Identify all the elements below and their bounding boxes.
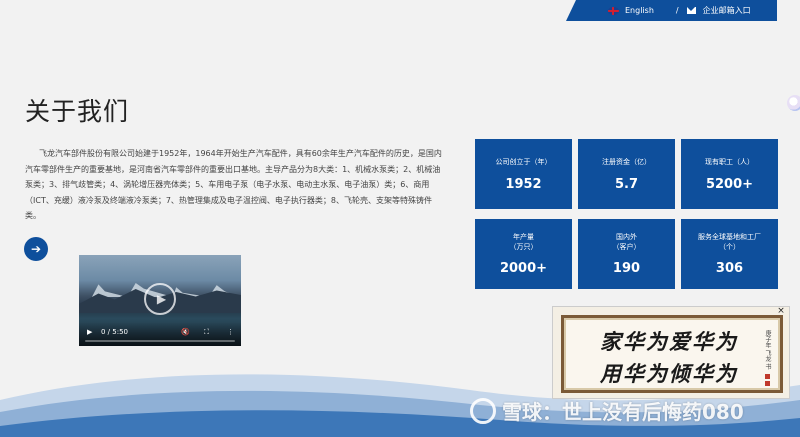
snowball-logo-icon bbox=[470, 397, 496, 424]
stat-card-founded: 公司创立于（年） 1952 bbox=[475, 139, 572, 209]
stat-label: 现有职工（人） bbox=[705, 158, 754, 166]
video-controls: ▶ 0 / 5:50 🔇 ⛶ ⋮ bbox=[79, 322, 241, 346]
stat-card-employees: 现有职工（人） 5200+ bbox=[681, 139, 778, 209]
about-description: 飞龙汽车部件股份有限公司始建于1952年，1964年开始生产汽车配件，具有60余… bbox=[25, 149, 442, 220]
stat-card-capital: 注册资金（亿） 5.7 bbox=[578, 139, 675, 209]
watermark: 雪球：世上没有后悔药080 bbox=[470, 396, 744, 425]
popup-close-button[interactable]: × bbox=[776, 306, 786, 316]
video-progress-bar[interactable] bbox=[85, 340, 235, 342]
play-overlay-icon[interactable]: ▶ bbox=[144, 283, 176, 315]
stat-card-bases: 服务全球基地和工厂 （个） 306 bbox=[681, 219, 778, 289]
mute-icon[interactable]: 🔇 bbox=[181, 328, 190, 336]
fullscreen-icon[interactable]: ⛶ bbox=[204, 328, 209, 337]
calligraphy-popup: 家华为爱华为 用华为倾华为 庚子年 飞龙 书 bbox=[552, 306, 790, 399]
page-title: 关于我们 bbox=[25, 97, 130, 126]
stat-card-output: 年产量 （万只） 2000+ bbox=[475, 219, 572, 289]
calligraphy-line-2: 用华为倾华为 bbox=[600, 361, 738, 386]
stat-value: 5.7 bbox=[614, 177, 639, 192]
uk-flag-icon bbox=[608, 6, 619, 15]
stat-label: 年产量 （万只） bbox=[509, 233, 538, 251]
stat-label: 国内外 （客户） bbox=[612, 233, 641, 251]
topbar-separator: / bbox=[675, 6, 679, 15]
mail-icon bbox=[686, 7, 696, 14]
more-button[interactable]: ➔ bbox=[24, 237, 48, 261]
mail-entry-link[interactable]: 企业邮箱入口 bbox=[703, 5, 751, 16]
more-options-icon[interactable]: ⋮ bbox=[227, 328, 234, 336]
stat-value: 306 bbox=[715, 261, 744, 276]
calligraphy-line-1: 家华为爱华为 bbox=[600, 329, 738, 354]
watermark-text: 雪球：世上没有后悔药080 bbox=[502, 400, 744, 424]
calligraphy-frame: 家华为爱华为 用华为倾华为 庚子年 飞龙 书 bbox=[561, 315, 783, 393]
stat-value: 5200+ bbox=[705, 177, 754, 192]
assistant-floating-icon[interactable] bbox=[787, 95, 800, 111]
video-player[interactable]: ▶ ▶ 0 / 5:50 🔇 ⛶ ⋮ bbox=[79, 255, 241, 346]
top-bar: English / 企业邮箱入口 bbox=[566, 0, 777, 21]
seal-stamp bbox=[765, 381, 770, 386]
video-time: 0 / 5:50 bbox=[101, 328, 128, 336]
seal-stamp bbox=[765, 374, 770, 379]
stat-card-customers: 国内外 （客户） 190 bbox=[578, 219, 675, 289]
play-icon[interactable]: ▶ bbox=[87, 328, 92, 336]
language-link[interactable]: English bbox=[625, 6, 654, 15]
arrow-right-icon: ➔ bbox=[30, 242, 42, 256]
stat-label: 公司创立于（年） bbox=[495, 158, 552, 166]
stat-value: 190 bbox=[612, 261, 641, 276]
stat-label: 服务全球基地和工厂 （个） bbox=[698, 233, 761, 251]
stat-value: 1952 bbox=[505, 177, 542, 192]
stat-value: 2000+ bbox=[499, 261, 548, 276]
stat-label: 注册资金（亿） bbox=[602, 158, 651, 166]
calligraphy-signature: 庚子年 飞龙 书 bbox=[764, 330, 771, 370]
